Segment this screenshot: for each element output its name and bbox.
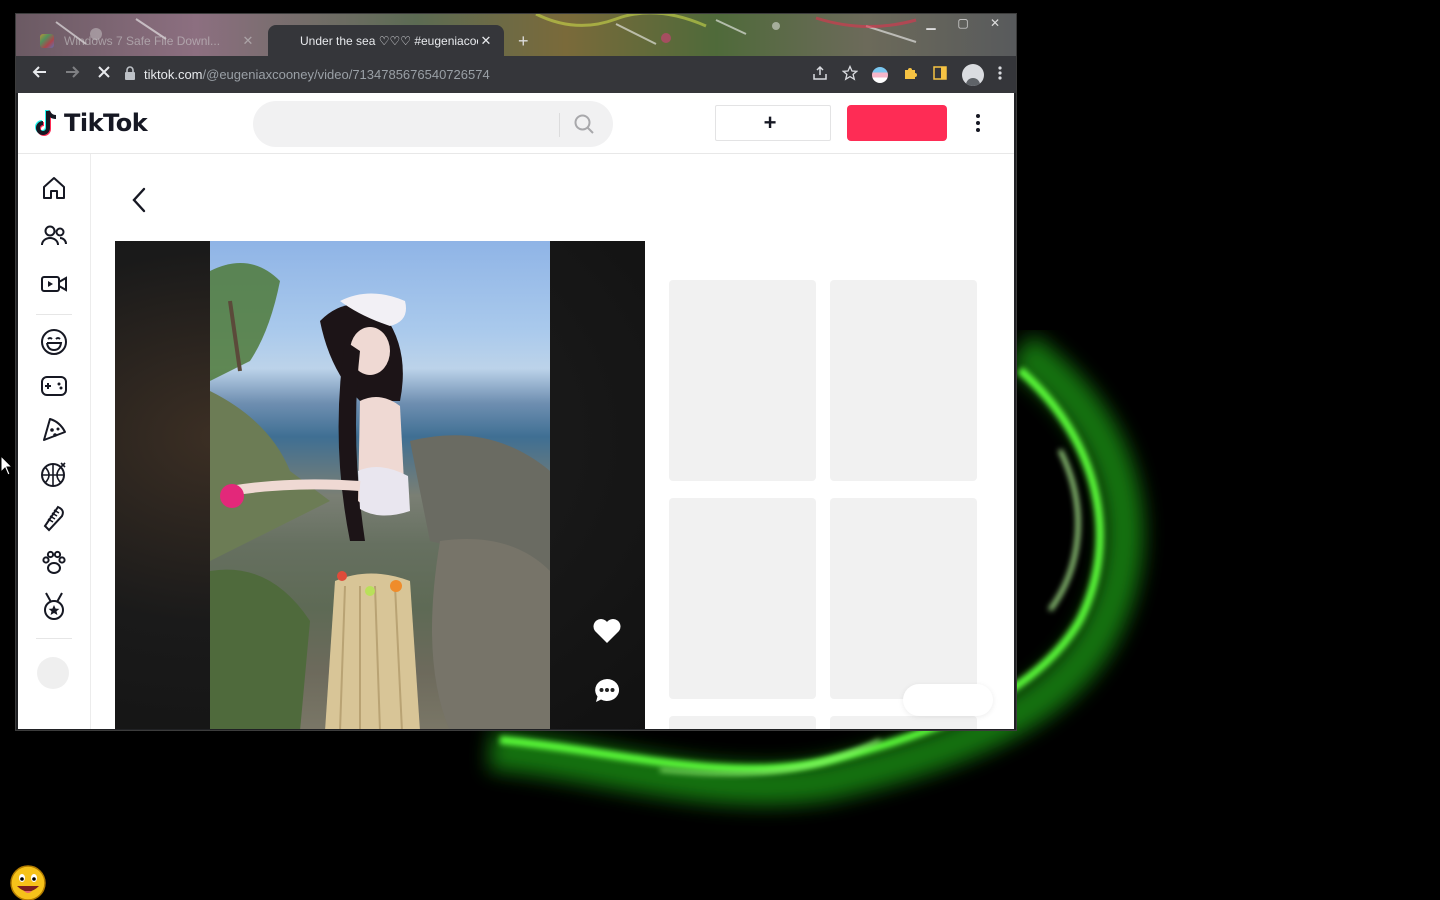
upload-button[interactable]: +: [715, 105, 831, 141]
tab-close-icon[interactable]: ✕: [478, 33, 494, 49]
extensions-puzzle-icon[interactable]: [902, 65, 918, 84]
video-thumbnail-placeholder[interactable]: [669, 280, 816, 481]
minimize-icon[interactable]: ▁: [920, 16, 942, 30]
tab-strip: Windows 7 Safe File Downl... ✕ Under the…: [16, 14, 1016, 56]
mouse-cursor-icon: [0, 454, 14, 482]
back-chevron-icon[interactable]: [126, 185, 152, 215]
video-thumbnail-placeholder[interactable]: [830, 498, 977, 699]
address-bar[interactable]: tiktok.com/@eugeniaxcooney/video/7134785…: [124, 56, 812, 93]
food-icon[interactable]: [38, 414, 70, 446]
stop-loading-icon[interactable]: [88, 64, 120, 85]
desktop-smiley-icon[interactable]: [8, 864, 48, 900]
search-input[interactable]: [269, 101, 549, 147]
achievement-icon[interactable]: [38, 590, 70, 622]
share-icon[interactable]: [812, 65, 828, 84]
video-thumbnail-placeholder[interactable]: [669, 716, 816, 729]
side-panel-icon[interactable]: [932, 65, 948, 84]
tiktok-logo[interactable]: TikTok: [34, 109, 148, 137]
bookmark-star-icon[interactable]: [841, 64, 859, 84]
plus-icon: +: [763, 110, 777, 135]
gaming-icon[interactable]: [38, 370, 70, 402]
maximize-icon[interactable]: ▢: [952, 16, 974, 30]
tab-active[interactable]: Under the sea ♡♡♡ #eugeniacooney ✕: [268, 25, 504, 56]
animals-icon[interactable]: [38, 546, 70, 578]
video-thumbnail-placeholder[interactable]: [669, 498, 816, 699]
search-box: [253, 101, 613, 147]
forward-arrow-icon[interactable]: [56, 64, 88, 85]
video-scene: [210, 263, 550, 729]
more-options-icon[interactable]: [968, 111, 988, 135]
lock-icon: [124, 66, 136, 83]
get-app-pill-placeholder[interactable]: [903, 684, 993, 716]
back-arrow-icon[interactable]: [24, 64, 56, 85]
search-icon[interactable]: [573, 113, 595, 140]
brand-name: TikTok: [64, 109, 148, 137]
tiktok-note-icon: [35, 110, 57, 136]
profile-avatar-icon[interactable]: [962, 63, 984, 86]
live-icon[interactable]: [38, 268, 70, 300]
login-button[interactable]: [847, 105, 947, 141]
video-thumbnail-placeholder[interactable]: [830, 280, 977, 481]
search-divider: [559, 113, 560, 137]
comedy-icon[interactable]: [38, 326, 70, 358]
tab-favicon-icon: [40, 33, 54, 48]
video-thumbnail-placeholder[interactable]: [830, 716, 977, 729]
following-icon[interactable]: [38, 220, 70, 252]
tiktok-header: TikTok +: [18, 93, 1014, 154]
sidebar-divider: [36, 314, 72, 315]
video-player[interactable]: [115, 241, 645, 729]
comment-icon[interactable]: [589, 673, 625, 709]
sports-icon[interactable]: [38, 458, 70, 490]
close-window-icon[interactable]: ✕: [984, 16, 1006, 30]
new-tab-button[interactable]: +: [518, 31, 529, 52]
sidebar-avatar-placeholder: [37, 657, 69, 689]
tab-title: Windows 7 Safe File Downl...: [64, 33, 221, 48]
browser-toolbar: tiktok.com/@eugeniaxcooney/video/7134785…: [16, 56, 1016, 93]
beauty-icon[interactable]: [38, 502, 70, 534]
url-path: /@eugeniaxcooney/video/71347856765407265…: [202, 67, 490, 82]
browser-window: Windows 7 Safe File Downl... ✕ Under the…: [15, 13, 1017, 731]
home-icon[interactable]: [38, 172, 70, 204]
url-host: tiktok.com: [144, 67, 203, 82]
sidebar: [18, 154, 91, 729]
tiktok-page: TikTok +: [18, 93, 1014, 729]
tab-close-icon[interactable]: ✕: [240, 33, 256, 49]
tab-inactive[interactable]: Windows 7 Safe File Downl... ✕: [30, 25, 266, 56]
video-frame[interactable]: [210, 241, 550, 729]
extension-flag-icon[interactable]: [872, 66, 888, 83]
like-icon[interactable]: [589, 613, 625, 649]
window-controls: ▁ ▢ ✕: [920, 14, 1006, 32]
browser-menu-icon[interactable]: [998, 65, 1002, 84]
tab-title: Under the sea ♡♡♡ #eugeniacooney: [300, 33, 478, 48]
sidebar-divider: [36, 638, 72, 639]
